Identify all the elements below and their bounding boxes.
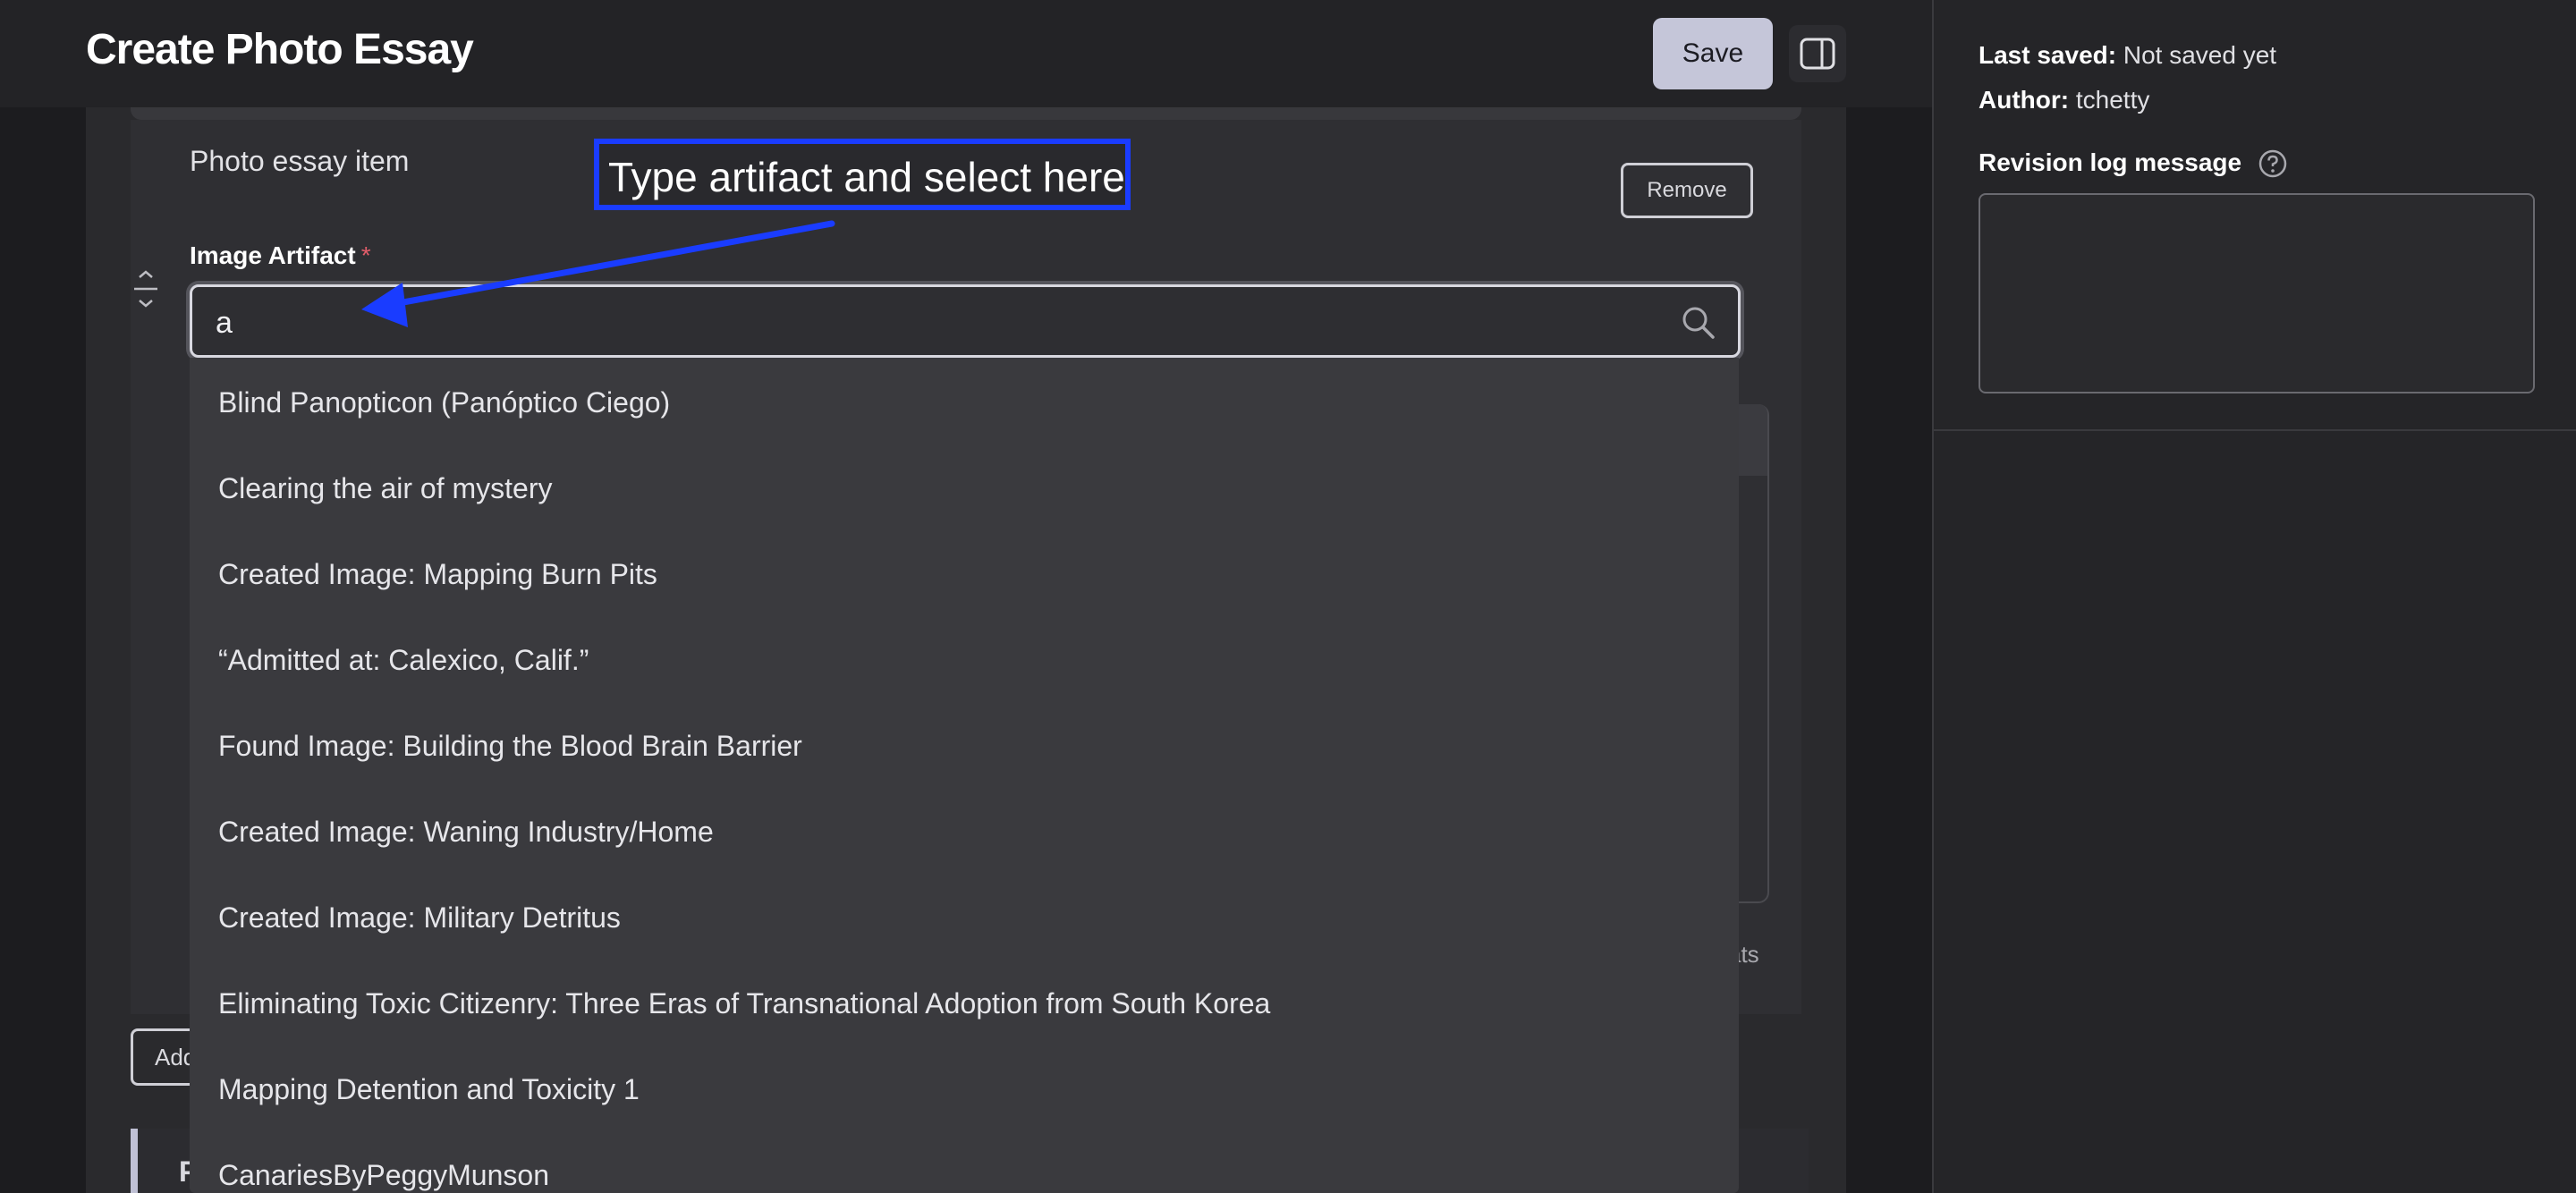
author-line: Author: tchetty (1979, 86, 2149, 114)
revision-log-label: Revision log message (1979, 148, 2242, 176)
dropdown-option[interactable]: Created Image: Military Detritus (218, 901, 621, 935)
page-title: Create Photo Essay (86, 26, 474, 73)
item-title: Photo essay item (190, 145, 410, 177)
dropdown-option[interactable]: “Admitted at: Calexico, Calif.” (218, 644, 589, 677)
author-label: Author: (1979, 86, 2070, 114)
sidebar-toggle-icon (1800, 38, 1835, 70)
help-icon[interactable] (2258, 148, 2288, 179)
author-value: tchetty (2075, 86, 2150, 114)
image-artifact-label-text: Image Artifact (190, 241, 356, 269)
last-saved-value: Not saved yet (2123, 41, 2277, 69)
annotation-text: Type artifact and select here (608, 154, 1125, 200)
main-column: Create Photo Essay Save Photo essay item… (0, 0, 1932, 1193)
dropdown-option[interactable]: Created Image: Waning Industry/Home (218, 816, 714, 849)
dropdown-option[interactable]: Eliminating Toxic Citizenry: Three Eras … (218, 987, 1270, 1020)
drag-handle-icon[interactable] (132, 268, 159, 309)
remove-button[interactable]: Remove (1621, 163, 1753, 218)
last-saved-line: Last saved: Not saved yet (1979, 41, 2276, 70)
image-artifact-autocomplete[interactable] (190, 284, 1741, 358)
last-saved-label: Last saved: (1979, 41, 2117, 69)
dropdown-option[interactable]: Created Image: Mapping Burn Pits (218, 558, 657, 591)
sidebar-toggle-button[interactable] (1789, 25, 1846, 82)
image-artifact-input[interactable] (214, 300, 1648, 346)
image-artifact-label: Image Artifact * (190, 241, 371, 270)
dropdown-option[interactable]: Clearing the air of mystery (218, 472, 552, 505)
required-asterisk: * (360, 241, 371, 269)
dropdown-option[interactable]: Mapping Detention and Toxicity 1 (218, 1073, 640, 1106)
save-button[interactable]: Save (1653, 18, 1773, 89)
dropdown-option[interactable]: Found Image: Building the Blood Brain Ba… (218, 730, 802, 763)
annotation-callout: Type artifact and select here (594, 139, 1131, 210)
search-icon (1682, 307, 1715, 339)
revision-log-textarea[interactable] (1979, 193, 2535, 393)
page-header: Create Photo Essay Save (0, 0, 1932, 107)
autocomplete-dropdown: Blind Panopticon (Panóptico Ciego) Clear… (190, 358, 1739, 1193)
sidebar-divider (1934, 429, 2576, 431)
previous-item-edge (131, 107, 1801, 120)
dropdown-option[interactable]: Blind Panopticon (Panóptico Ciego) (218, 386, 670, 419)
meta-sidebar: Last saved: Not saved yet Author: tchett… (1932, 0, 2576, 1193)
dropdown-option[interactable]: CanariesByPeggyMunson (218, 1159, 549, 1192)
